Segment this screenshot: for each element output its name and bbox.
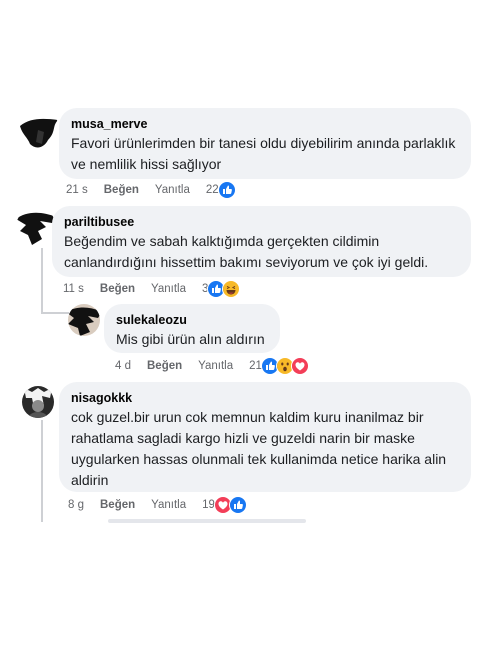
comment-actions: 8 g Beğen Yanıtla 19 xyxy=(68,496,247,514)
like-button[interactable]: Beğen xyxy=(100,283,135,295)
reply-bubble: sulekaleozu Mis gibi ürün alın aldırın xyxy=(104,304,280,353)
user-avatar-icon xyxy=(22,386,54,418)
comment-time[interactable]: 8 g xyxy=(68,499,84,511)
love-reaction-icon xyxy=(290,357,309,375)
like-reaction-icon xyxy=(217,181,236,199)
comment-username[interactable]: pariltibusee xyxy=(64,214,459,230)
comment-time[interactable]: 21 s xyxy=(66,184,88,196)
like-reaction-icon xyxy=(228,496,247,514)
reaction-count[interactable]: 19 xyxy=(202,499,215,511)
comment-time[interactable]: 11 s xyxy=(63,283,84,295)
avatar[interactable] xyxy=(16,207,56,247)
comment-text: cok guzel.bir urun cok memnun kaldim kur… xyxy=(71,409,447,488)
comment-actions: 4 d Beğen Yanıtla 21 xyxy=(115,357,309,375)
reaction-count[interactable]: 21 xyxy=(249,360,262,372)
user-avatar-icon xyxy=(16,207,56,247)
comment-username[interactable]: musa_merve xyxy=(71,116,459,132)
user-avatar-icon xyxy=(18,110,60,152)
comment-time[interactable]: 4 d xyxy=(115,360,131,372)
avatar[interactable] xyxy=(18,110,60,152)
comment-bubble: nisagokkk cok guzel.bir urun cok memnun … xyxy=(59,382,471,492)
reply-button[interactable]: Yanıtla xyxy=(155,184,190,196)
next-reply-bubble-edge xyxy=(108,519,306,523)
comment-actions: 11 s Beğen Yanıtla 3 xyxy=(63,280,241,298)
user-avatar-icon xyxy=(68,304,100,336)
comment-actions: 21 s Beğen Yanıtla 22 xyxy=(66,181,236,199)
thread-line xyxy=(41,420,43,522)
comment-bubble: pariltibusee Beğendim ve sabah kalktığım… xyxy=(52,206,471,277)
comment-username[interactable]: nisagokkk xyxy=(71,390,459,406)
comment-bubble: musa_merve Favori ürünlerimden bir tanes… xyxy=(59,108,471,179)
reply-button[interactable]: Yanıtla xyxy=(151,499,186,511)
thread-line xyxy=(41,248,43,314)
like-button[interactable]: Beğen xyxy=(104,184,139,196)
comment-text: Beğendim ve sabah kalktığımda gerçekten … xyxy=(64,233,429,270)
thread-line xyxy=(41,312,69,314)
haha-reaction-icon xyxy=(222,280,241,298)
like-button[interactable]: Beğen xyxy=(100,499,135,511)
like-button[interactable]: Beğen xyxy=(147,360,182,372)
reaction-count[interactable]: 22 xyxy=(206,184,219,196)
avatar[interactable] xyxy=(22,386,54,418)
comment-text: Favori ürünlerimden bir tanesi oldu diye… xyxy=(71,135,456,172)
reply-button[interactable]: Yanıtla xyxy=(151,283,186,295)
comment-text: Mis gibi ürün alın aldırın xyxy=(116,331,265,347)
avatar[interactable] xyxy=(68,304,100,336)
reply-button[interactable]: Yanıtla xyxy=(198,360,233,372)
comment-username[interactable]: sulekaleozu xyxy=(116,312,268,328)
